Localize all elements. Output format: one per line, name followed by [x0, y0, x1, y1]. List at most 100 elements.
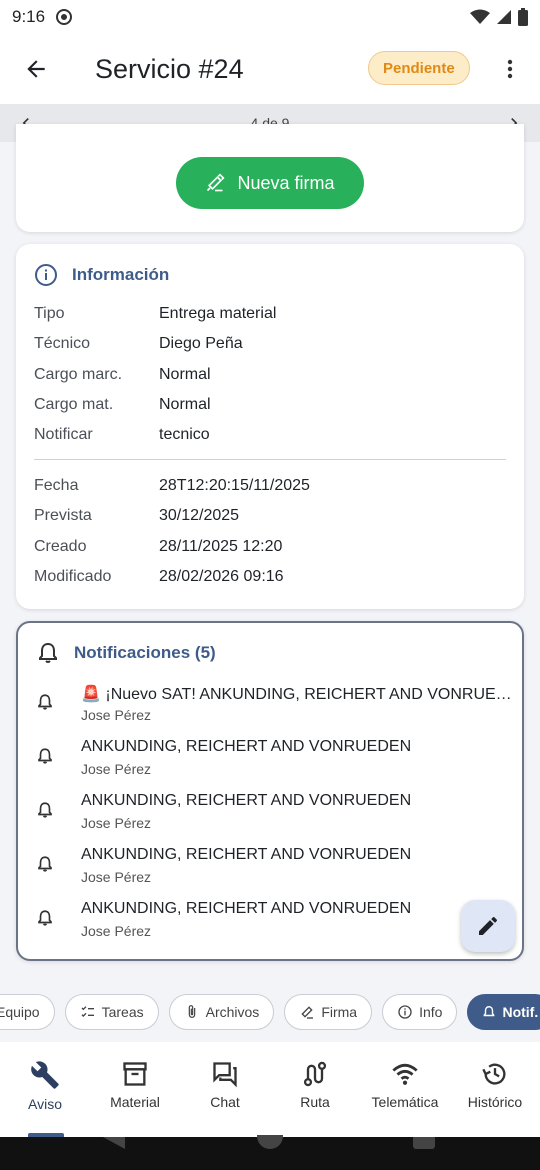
notification-author: Jose Pérez	[81, 923, 152, 939]
wrench-icon	[31, 1061, 59, 1089]
nav-aviso[interactable]: Aviso	[0, 1042, 90, 1137]
nav-label: Chat	[210, 1094, 240, 1110]
bottom-navigation: Aviso Material Chat Ruta Telemática Hist…	[0, 1042, 540, 1137]
info-row-modificado: Modificado 28/02/2026 09:16	[34, 568, 284, 586]
system-recents-button[interactable]	[413, 1137, 435, 1149]
notification-author: Jose Pérez	[81, 707, 152, 723]
chip-label: Equipo	[0, 1004, 40, 1020]
info-label: Cargo mat.	[34, 396, 114, 413]
signature-icon	[301, 1006, 314, 1019]
notification-title: 🚨 ¡Nuevo SAT! ANKUNDING, REICHERT AND VO…	[81, 686, 521, 703]
info-icon	[35, 264, 57, 286]
info-row-prevista: Prevista 30/12/2025	[34, 507, 239, 525]
edit-fab-button[interactable]	[461, 900, 515, 952]
chip-tareas[interactable]: Tareas	[64, 994, 159, 1030]
battery-icon	[518, 8, 528, 26]
info-value: tecnico	[159, 426, 210, 443]
notifications-card: Notificaciones (5) 🚨 ¡Nuevo SAT! ANKUNDI…	[16, 621, 524, 961]
back-button[interactable]	[0, 34, 72, 104]
notification-title: ANKUNDING, REICHERT AND VONRUEDEN	[81, 792, 412, 809]
nav-label: Histórico	[467, 1094, 523, 1110]
nav-material[interactable]: Material	[90, 1042, 180, 1137]
nav-ruta[interactable]: Ruta	[270, 1042, 360, 1137]
info-value: Diego Peña	[159, 335, 243, 352]
bell-icon	[484, 1006, 495, 1017]
info-label: Notificar	[34, 426, 93, 443]
chat-icon	[213, 1062, 237, 1088]
chip-archivos[interactable]: Archivos	[168, 994, 275, 1030]
notification-author: Jose Pérez	[81, 869, 152, 885]
info-label: Fecha	[34, 477, 79, 494]
notifications-section-header: Notificaciones (5)	[36, 641, 216, 665]
notification-author: Jose Pérez	[81, 815, 152, 831]
info-label: Cargo marc.	[34, 366, 123, 383]
notification-author: Jose Pérez	[81, 761, 152, 777]
info-icon	[398, 1005, 412, 1019]
page-title: Servicio #24	[95, 53, 244, 84]
info-row-notificar: Notificar tecnico	[34, 426, 210, 444]
info-title: Información	[72, 265, 170, 284]
info-row-tecnico: Técnico Diego Peña	[34, 335, 243, 353]
status-time: 9:16	[12, 7, 46, 26]
checklist-icon	[81, 1006, 94, 1017]
info-label: Técnico	[34, 335, 91, 352]
status-bar: 9:16	[0, 0, 540, 34]
bell-icon	[39, 642, 57, 663]
more-options-button[interactable]	[492, 51, 528, 87]
status-badge: Pendiente	[368, 51, 470, 85]
info-row-creado: Creado 28/11/2025 12:20	[34, 538, 282, 556]
nav-label: Material	[110, 1094, 160, 1110]
system-navigation-bar	[0, 1135, 540, 1170]
app-notification-icon	[56, 9, 73, 25]
nav-label: Ruta	[300, 1094, 330, 1110]
chip-label: Firma	[321, 1004, 358, 1020]
notifications-title: Notificaciones (5)	[74, 643, 216, 662]
chip-label: Archivos	[205, 1004, 260, 1020]
nav-chat[interactable]: Chat	[180, 1042, 270, 1137]
info-row-fecha: Fecha 28T12:20:15/11/2025	[34, 477, 310, 495]
signature-card: Nueva firma	[16, 124, 524, 232]
info-divider	[34, 459, 506, 460]
chip-notif[interactable]: Notif.	[467, 994, 540, 1030]
info-value: 28T12:20:15/11/2025	[159, 477, 310, 494]
nav-label: Telemática	[371, 1094, 439, 1110]
notification-title: ANKUNDING, REICHERT AND VONRUEDEN	[81, 900, 412, 917]
notification-title: ANKUNDING, REICHERT AND VONRUEDEN	[81, 738, 412, 755]
attachment-icon	[188, 1005, 195, 1018]
chip-info[interactable]: Info	[382, 994, 458, 1030]
signature-icon	[207, 173, 225, 192]
info-value: Normal	[159, 396, 211, 413]
info-value: Entrega material	[159, 305, 277, 322]
info-row-cargo-mat: Cargo mat. Normal	[34, 396, 211, 414]
nav-historico[interactable]: Histórico	[450, 1042, 540, 1137]
app-bar: Servicio #24 Pendiente	[0, 34, 540, 104]
more-vert-icon	[507, 59, 513, 79]
bell-icon	[38, 910, 52, 926]
info-value: 30/12/2025	[159, 507, 240, 524]
info-card: Información Tipo Entrega material Técnic…	[16, 244, 524, 609]
chip-label: Info	[419, 1004, 443, 1020]
info-label: Creado	[34, 538, 87, 555]
info-value: 28/02/2026 09:16	[159, 568, 284, 585]
section-chip-row: Equipo Tareas Archivos Firma Info Notif.	[0, 994, 540, 1030]
info-row-tipo: Tipo Entrega material	[34, 305, 276, 323]
chip-equipo[interactable]: Equipo	[0, 994, 55, 1030]
route-icon	[303, 1061, 327, 1087]
nav-label: Aviso	[28, 1096, 62, 1112]
chip-label: Notif.	[502, 1004, 539, 1020]
system-home-button[interactable]	[257, 1135, 283, 1149]
archive-box-icon	[123, 1062, 147, 1086]
bell-icon	[38, 748, 52, 764]
nav-telematica[interactable]: Telemática	[360, 1042, 450, 1137]
info-section-header: Información	[34, 263, 169, 287]
history-icon	[482, 1063, 506, 1085]
system-back-icon[interactable]	[103, 1137, 125, 1149]
new-signature-label: Nueva firma	[237, 172, 335, 193]
bell-icon	[38, 802, 52, 818]
edit-pencil-icon	[479, 917, 497, 935]
info-label: Tipo	[34, 305, 65, 322]
new-signature-button[interactable]: Nueva firma	[176, 157, 364, 209]
info-value: Normal	[159, 366, 211, 383]
chip-label: Tareas	[101, 1004, 144, 1020]
chip-firma[interactable]: Firma	[284, 994, 373, 1030]
